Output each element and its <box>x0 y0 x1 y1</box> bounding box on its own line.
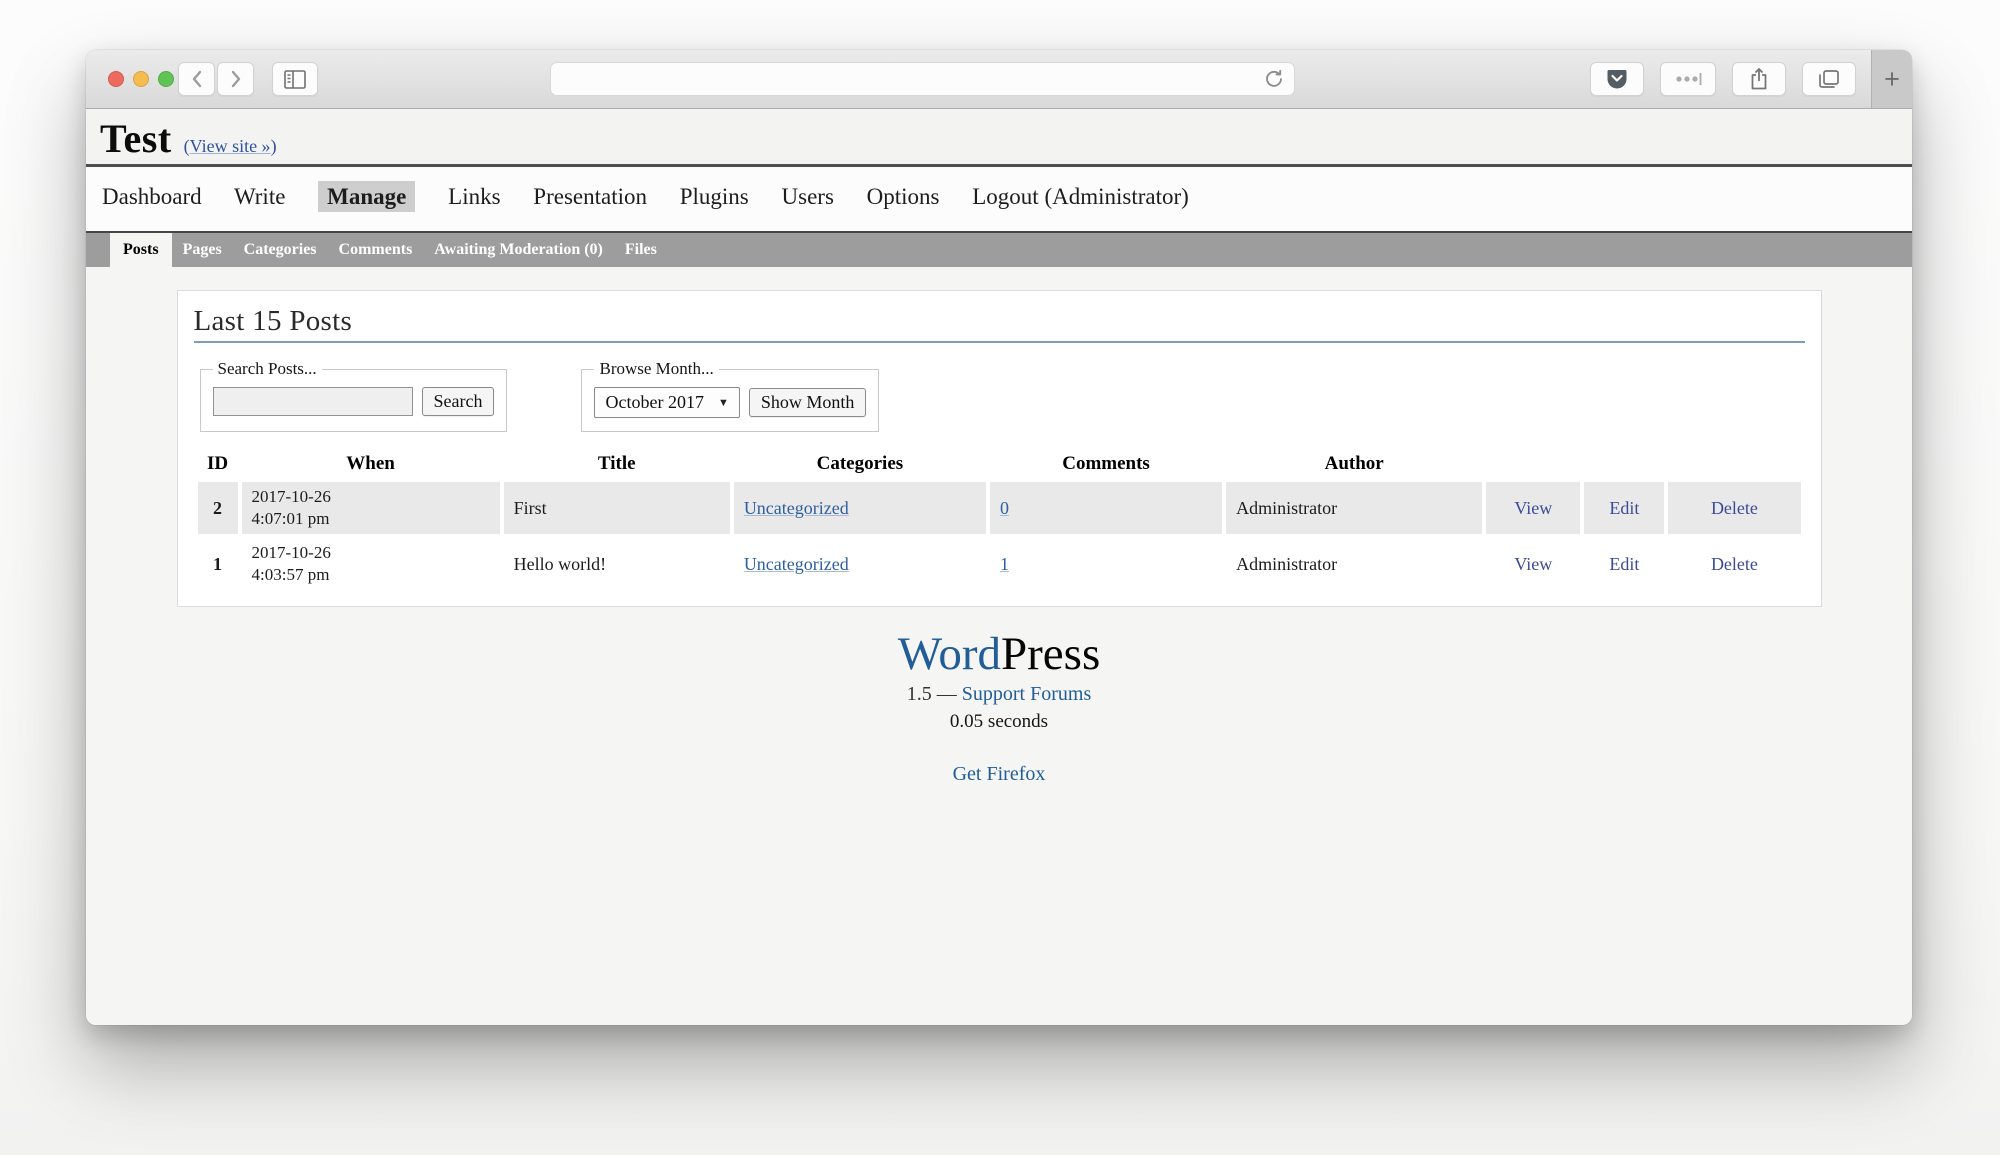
comments-count-link[interactable]: 1 <box>1000 554 1009 574</box>
delete-link[interactable]: Delete <box>1711 498 1758 518</box>
col-header-when: When <box>242 450 500 478</box>
manage-subnav: Posts Pages Categories Comments Awaiting… <box>86 231 1912 267</box>
delete-link[interactable]: Delete <box>1711 554 1758 574</box>
nav-logout[interactable]: Logout (Administrator) <box>972 184 1189 209</box>
sidebar-icon <box>284 70 306 89</box>
subnav-comments[interactable]: Comments <box>328 233 424 267</box>
month-select[interactable]: October 2017 ▼ <box>594 387 739 418</box>
subnav-pages[interactable]: Pages <box>172 233 233 267</box>
category-link[interactable]: Uncategorized <box>744 498 849 518</box>
subnav-files[interactable]: Files <box>614 233 668 267</box>
pocket-icon <box>1606 68 1628 90</box>
chevron-left-icon <box>191 70 203 88</box>
window-controls <box>108 71 174 87</box>
posts-panel: Last 15 Posts Search Posts... Search Bro… <box>177 290 1822 607</box>
posts-table: ID When Title Categories Comments Author… <box>194 446 1805 594</box>
nav-links[interactable]: Links <box>448 184 500 209</box>
post-title: Hello world! <box>504 538 730 590</box>
search-posts-input[interactable] <box>213 387 413 416</box>
post-when: 2017-10-26 4:07:01 pm <box>242 482 500 534</box>
subnav-categories[interactable]: Categories <box>233 233 328 267</box>
nav-presentation[interactable]: Presentation <box>533 184 647 209</box>
col-header-categories: Categories <box>734 450 986 478</box>
chevron-right-icon <box>230 70 242 88</box>
comments-count-link[interactable]: 0 <box>1000 498 1009 518</box>
page-timing: 0.05 seconds <box>86 711 1912 733</box>
search-button[interactable]: Search <box>422 387 495 416</box>
plus-icon: + <box>1884 64 1900 95</box>
wp-site-header: Test (View site ») <box>86 109 1912 167</box>
tabs-overview-icon <box>1817 68 1841 90</box>
chevron-down-icon: ▼ <box>718 397 729 409</box>
sidebar-toggle-button[interactable] <box>272 62 318 96</box>
address-bar[interactable] <box>550 62 1295 96</box>
table-header-row: ID When Title Categories Comments Author <box>198 450 1801 478</box>
nav-dashboard[interactable]: Dashboard <box>102 184 202 209</box>
table-row: 2 2017-10-26 4:07:01 pm First Uncategori… <box>198 482 1801 534</box>
search-posts-fieldset: Search Posts... Search <box>200 359 508 432</box>
forward-button[interactable] <box>217 62 254 96</box>
view-site-link[interactable]: View site » <box>190 136 271 156</box>
ellipsis-icon <box>1673 71 1703 87</box>
subnav-posts[interactable]: Posts <box>110 233 172 267</box>
edit-link[interactable]: Edit <box>1609 498 1639 518</box>
reload-icon[interactable] <box>1264 69 1284 89</box>
post-author: Administrator <box>1226 482 1482 534</box>
get-firefox-link[interactable]: Get Firefox <box>953 763 1046 785</box>
share-icon <box>1749 67 1769 91</box>
get-firefox: Get Firefox <box>86 763 1912 786</box>
close-window-button[interactable] <box>108 71 124 87</box>
site-title: Test <box>100 116 172 161</box>
month-select-value: October 2017 <box>605 392 703 413</box>
category-link[interactable]: Uncategorized <box>744 554 849 574</box>
support-forums-link[interactable]: Support Forums <box>962 683 1091 705</box>
browse-month-fieldset: Browse Month... October 2017 ▼ Show Mont… <box>581 359 879 432</box>
view-link[interactable]: View <box>1514 554 1552 574</box>
show-tabs-button[interactable] <box>1802 62 1856 96</box>
extensions-more-button[interactable] <box>1660 62 1716 96</box>
wordpress-logo: WordPress <box>86 629 1912 681</box>
post-when: 2017-10-26 4:03:57 pm <box>242 538 500 590</box>
search-posts-legend: Search Posts... <box>213 359 322 379</box>
wp-footer: WordPress 1.5 — Support Forums 0.05 seco… <box>86 629 1912 786</box>
pocket-button[interactable] <box>1590 62 1644 96</box>
post-author: Administrator <box>1226 538 1482 590</box>
nav-plugins[interactable]: Plugins <box>680 184 749 209</box>
admin-content: Last 15 Posts Search Posts... Search Bro… <box>86 267 1912 1025</box>
col-header-id: ID <box>198 450 238 478</box>
nav-write[interactable]: Write <box>234 184 285 209</box>
browse-month-legend: Browse Month... <box>594 359 718 379</box>
back-button[interactable] <box>178 62 215 96</box>
zoom-window-button[interactable] <box>158 71 174 87</box>
browser-toolbar: + <box>86 50 1912 109</box>
edit-link[interactable]: Edit <box>1609 554 1639 574</box>
view-link[interactable]: View <box>1514 498 1552 518</box>
col-header-author: Author <box>1226 450 1482 478</box>
new-tab-button[interactable]: + <box>1871 50 1912 108</box>
minimize-window-button[interactable] <box>133 71 149 87</box>
nav-manage[interactable]: Manage <box>318 181 415 212</box>
nav-options[interactable]: Options <box>867 184 940 209</box>
admin-nav: Dashboard Write Manage Links Presentatio… <box>86 167 1912 231</box>
version-line: 1.5 — Support Forums <box>86 683 1912 706</box>
col-header-title: Title <box>504 450 730 478</box>
view-site: (View site ») <box>184 136 277 156</box>
share-button[interactable] <box>1732 62 1786 96</box>
show-month-button[interactable]: Show Month <box>749 388 867 417</box>
post-id: 2 <box>198 482 238 534</box>
table-row: 1 2017-10-26 4:03:57 pm Hello world! Unc… <box>198 538 1801 590</box>
browser-window: + Test (View site ») Dashboard Write Man… <box>86 50 1912 1025</box>
nav-users[interactable]: Users <box>782 184 834 209</box>
subnav-awaiting-moderation[interactable]: Awaiting Moderation (0) <box>423 233 614 267</box>
post-title: First <box>504 482 730 534</box>
post-id: 1 <box>198 538 238 590</box>
panel-heading: Last 15 Posts <box>194 305 1805 343</box>
col-header-comments: Comments <box>990 450 1222 478</box>
